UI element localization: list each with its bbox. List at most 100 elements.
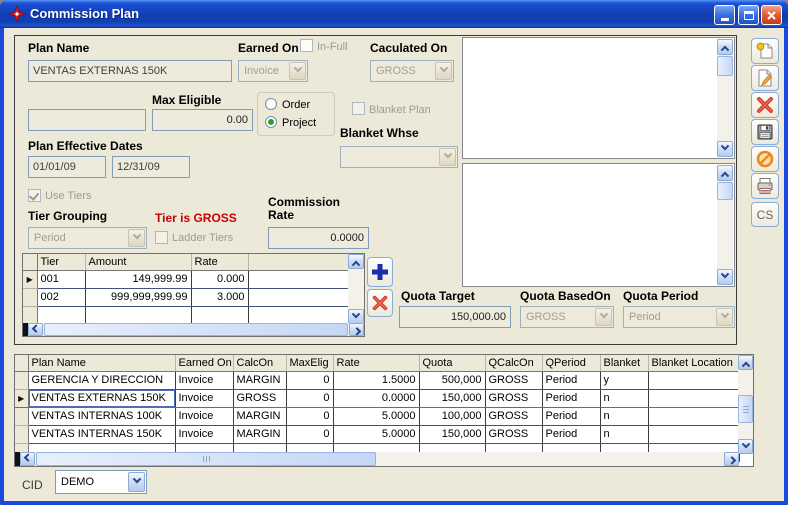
table-row[interactable]: ▶001149,999.990.000: [23, 270, 350, 288]
cell[interactable]: 0: [286, 407, 333, 425]
cs-button[interactable]: CS: [751, 202, 779, 227]
date-end-input[interactable]: 12/31/09: [112, 156, 190, 178]
column-header[interactable]: [248, 254, 350, 270]
commission-rate-input[interactable]: 0.0000: [268, 227, 369, 249]
cell[interactable]: n: [600, 407, 648, 425]
edit-record-button[interactable]: [751, 65, 779, 91]
cell[interactable]: 100,000: [419, 407, 485, 425]
cell[interactable]: n: [600, 425, 648, 443]
cell[interactable]: 002: [37, 288, 85, 306]
project-radio[interactable]: [265, 116, 277, 128]
cell[interactable]: Period: [542, 371, 600, 389]
cell[interactable]: [648, 371, 739, 389]
memo-box-1-scrollbar[interactable]: [717, 39, 733, 157]
cell[interactable]: GERENCIA Y DIRECCION: [28, 371, 175, 389]
column-header[interactable]: Plan Name: [28, 355, 175, 371]
cell[interactable]: GROSS: [233, 389, 286, 407]
cell[interactable]: MARGIN: [233, 425, 286, 443]
scrollbar-thumb[interactable]: [717, 182, 733, 200]
column-header[interactable]: Quota: [419, 355, 485, 371]
cell[interactable]: 001: [37, 270, 85, 288]
calculated-on-select[interactable]: GROSS: [370, 60, 454, 82]
quota-period-select[interactable]: Period: [623, 306, 735, 328]
scroll-down-button[interactable]: [717, 141, 733, 157]
cell[interactable]: GROSS: [485, 389, 542, 407]
scrollbar-thumb[interactable]: [738, 395, 753, 423]
plan-name-input[interactable]: VENTAS EXTERNAS 150K: [28, 60, 232, 82]
scroll-left-button[interactable]: [28, 323, 43, 336]
cell[interactable]: MARGIN: [233, 371, 286, 389]
table-row[interactable]: VENTAS INTERNAS 100KInvoiceMARGIN05.0000…: [15, 407, 739, 425]
cell[interactable]: 999,999,999.99: [85, 288, 191, 306]
calculated-on-dropdown-button[interactable]: [435, 62, 452, 80]
cell[interactable]: Period: [542, 425, 600, 443]
memo-box-2-scrollbar[interactable]: [717, 165, 733, 285]
scrollbar-track[interactable]: [43, 323, 349, 336]
memo-box-1[interactable]: [462, 37, 735, 159]
scrollbar-track[interactable]: [35, 452, 724, 466]
cell[interactable]: [37, 306, 85, 324]
table-row[interactable]: 002999,999,999.993.000: [23, 288, 350, 306]
unlabeled-input[interactable]: [28, 109, 146, 131]
date-start-input[interactable]: 01/01/09: [28, 156, 106, 178]
minimize-button[interactable]: [714, 5, 735, 25]
tier-grouping-dropdown-button[interactable]: [128, 229, 145, 247]
cell[interactable]: [85, 306, 191, 324]
in-full-checkbox[interactable]: [300, 39, 313, 52]
cell[interactable]: Invoice: [175, 371, 233, 389]
scrollbar-track[interactable]: [717, 181, 733, 269]
quota-period-dropdown-button[interactable]: [716, 308, 733, 326]
plan-grid-hscrollbar[interactable]: [15, 452, 739, 466]
cell[interactable]: 0.0000: [333, 389, 419, 407]
delete-record-button[interactable]: [751, 92, 779, 118]
cell[interactable]: GROSS: [485, 425, 542, 443]
scroll-down-button[interactable]: [348, 309, 364, 324]
cell[interactable]: [248, 288, 350, 306]
tier-grid-hscrollbar[interactable]: [23, 323, 364, 336]
scrollbar-thumb[interactable]: [36, 452, 376, 466]
quota-basedon-select[interactable]: GROSS: [520, 306, 614, 328]
quota-target-input[interactable]: 150,000.00: [399, 306, 511, 328]
cell[interactable]: 500,000: [419, 371, 485, 389]
scroll-up-button[interactable]: [717, 165, 733, 181]
cell[interactable]: [191, 306, 248, 324]
scrollbar-thumb[interactable]: [717, 56, 733, 76]
earned-on-dropdown-button[interactable]: [289, 62, 306, 80]
cell[interactable]: 0: [286, 425, 333, 443]
cell[interactable]: VENTAS INTERNAS 100K: [28, 407, 175, 425]
ladder-tiers-checkbox[interactable]: [155, 231, 168, 244]
column-header[interactable]: Rate: [333, 355, 419, 371]
cell[interactable]: 1.5000: [333, 371, 419, 389]
table-row[interactable]: GERENCIA Y DIRECCIONInvoiceMARGIN01.5000…: [15, 371, 739, 389]
cell[interactable]: n: [600, 389, 648, 407]
plan-grid-vscrollbar[interactable]: [738, 355, 753, 454]
scrollbar-track[interactable]: [348, 269, 364, 309]
column-header[interactable]: Amount: [85, 254, 191, 270]
column-header[interactable]: Earned On: [175, 355, 233, 371]
cell[interactable]: y: [600, 371, 648, 389]
column-header[interactable]: MaxElig: [286, 355, 333, 371]
cell[interactable]: VENTAS INTERNAS 150K: [28, 425, 175, 443]
cell[interactable]: Period: [542, 389, 600, 407]
delete-tier-button[interactable]: [367, 289, 393, 317]
memo-box-2[interactable]: [462, 163, 735, 287]
add-tier-button[interactable]: [367, 257, 393, 287]
max-eligible-input[interactable]: 0.00: [152, 109, 253, 131]
cell[interactable]: 150,000: [419, 425, 485, 443]
cell[interactable]: Invoice: [175, 407, 233, 425]
cancel-button[interactable]: [751, 146, 779, 172]
scroll-down-button[interactable]: [717, 269, 733, 285]
cell[interactable]: [648, 425, 739, 443]
cell[interactable]: [248, 270, 350, 288]
column-header[interactable]: Rate: [191, 254, 248, 270]
cell[interactable]: VENTAS EXTERNAS 150K: [28, 389, 175, 407]
scroll-up-button[interactable]: [738, 355, 753, 370]
cell[interactable]: 150,000: [419, 389, 485, 407]
cell[interactable]: [248, 306, 350, 324]
blanket-whse-select[interactable]: [340, 146, 458, 168]
cell[interactable]: 0: [286, 389, 333, 407]
scroll-right-button[interactable]: [349, 323, 364, 336]
order-radio[interactable]: [265, 98, 277, 110]
maximize-button[interactable]: [738, 5, 759, 25]
scroll-up-button[interactable]: [717, 39, 733, 55]
